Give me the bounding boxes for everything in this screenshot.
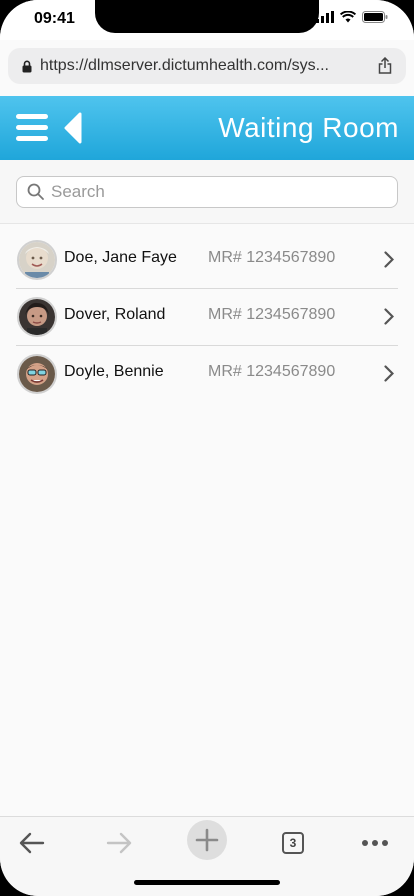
hamburger-menu-icon[interactable] [16, 114, 48, 142]
chevron-right-icon [384, 365, 394, 382]
patient-mr-number: MR# 1234567890 [208, 306, 336, 323]
patient-list: Doe, Jane Faye MR# 1234567890 Dover, Rol… [16, 232, 398, 403]
search-icon [27, 183, 44, 200]
new-tab-button[interactable] [187, 820, 227, 860]
home-indicator [134, 880, 280, 885]
chevron-right-icon [384, 308, 394, 325]
status-time: 09:41 [34, 10, 75, 27]
chevron-right-icon [384, 251, 394, 268]
plus-icon [195, 828, 219, 852]
tabs-button[interactable]: 3 [273, 823, 313, 863]
ellipsis-icon [362, 840, 388, 846]
patient-name: Dover, Roland [64, 306, 166, 323]
signal-icon [316, 11, 334, 23]
app-header: Waiting Room [0, 96, 414, 160]
arrow-left-icon [19, 832, 45, 854]
browser-forward-button[interactable] [99, 823, 139, 863]
browser-back-button[interactable] [12, 823, 52, 863]
patient-mr-number: MR# 1234567890 [208, 249, 336, 266]
share-icon[interactable] [378, 57, 392, 74]
back-arrow-icon[interactable] [64, 112, 82, 144]
search-input[interactable] [51, 182, 371, 202]
search-box[interactable] [16, 176, 398, 208]
search-section [0, 160, 414, 224]
phone-screen: 09:41 https://dlmserver.dictumhealth.com… [0, 0, 414, 896]
wifi-icon [340, 11, 356, 23]
status-icons [316, 11, 388, 23]
status-bar: 09:41 [0, 0, 414, 40]
patient-row[interactable]: Doe, Jane Faye MR# 1234567890 [16, 232, 398, 289]
patient-mr-number: MR# 1234567890 [208, 363, 336, 380]
patient-avatar [17, 297, 57, 337]
page-title: Waiting Room [218, 112, 399, 143]
patient-row[interactable]: Dover, Roland MR# 1234567890 [16, 289, 398, 346]
patient-avatar [17, 354, 57, 394]
patient-avatar [17, 240, 57, 280]
url-text: https://dlmserver.dictumhealth.com/sys..… [40, 57, 329, 74]
more-menu-button[interactable] [355, 823, 395, 863]
patient-name: Doyle, Bennie [64, 363, 164, 380]
notch [95, 0, 319, 33]
address-bar[interactable]: https://dlmserver.dictumhealth.com/sys..… [8, 48, 406, 84]
lock-icon [22, 60, 32, 72]
tabs-count: 3 [282, 832, 304, 854]
arrow-right-icon [106, 832, 132, 854]
battery-icon [362, 11, 388, 23]
patient-row[interactable]: Doyle, Bennie MR# 1234567890 [16, 346, 398, 403]
patient-name: Doe, Jane Faye [64, 249, 177, 266]
